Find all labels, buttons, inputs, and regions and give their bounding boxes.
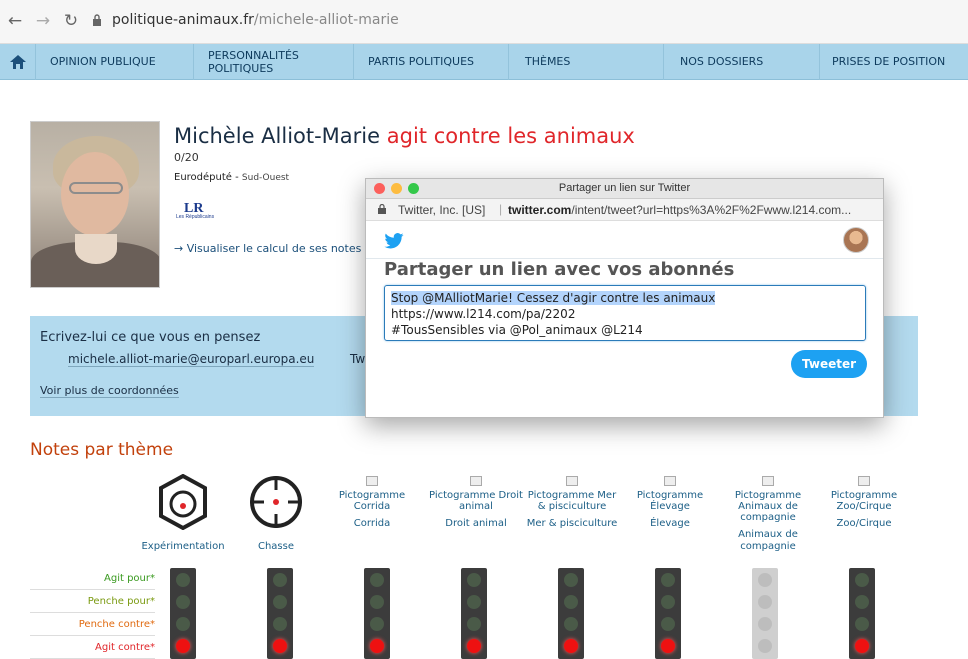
tweet-highlighted-text: Stop @MAlliotMarie! Cessez d'agir contre… (391, 291, 716, 305)
arrow-left-icon[interactable]: ← (6, 12, 24, 30)
twitter-header (366, 221, 883, 259)
traffic-light-animaux-compagnie (752, 568, 778, 659)
traffic-light-droit-animal (461, 568, 487, 659)
more-contacts-link[interactable]: Voir plus de coordonnées (40, 384, 179, 398)
home-button[interactable] (0, 43, 36, 80)
lock-icon (93, 14, 101, 26)
home-icon (9, 54, 26, 69)
broken-image-icon (470, 476, 482, 486)
window-title: Partager un lien sur Twitter (558, 182, 691, 194)
theme-corrida[interactable]: Pictogramme Corrida Corrida (324, 476, 420, 530)
role: Eurodéputé - Sud-Ouest (174, 172, 290, 183)
arrow-right-icon[interactable]: → (34, 12, 52, 30)
theme-mer-pisciculture[interactable]: Pictogramme Mer & pisciculture Mer & pis… (524, 476, 620, 530)
calc-link[interactable]: → Visualiser le calcul de ses notes (174, 242, 361, 255)
traffic-light-zoo-cirque (849, 568, 875, 659)
popup-address-bar[interactable]: Twitter, Inc. [US] | twitter.com/intent/… (366, 199, 883, 221)
page-title: Michèle Alliot-Marie agit contre les ani… (174, 124, 635, 148)
email-link[interactable]: michele.alliot-marie@europarl.europa.eu (68, 352, 315, 367)
window-titlebar: Partager un lien sur Twitter (366, 179, 883, 199)
lock-icon (378, 204, 386, 214)
traffic-light-mer (558, 568, 584, 659)
twitter-bird-icon (384, 233, 404, 249)
hunting-crosshair-icon (250, 476, 302, 528)
theme-droit-animal[interactable]: Pictogramme Droit animal Droit animal (428, 476, 524, 530)
cert-owner: Twitter, Inc. [US] (398, 203, 486, 217)
nav-item-themes[interactable]: THÈMES (509, 43, 664, 80)
legend-agit-pour: Agit pour* (30, 568, 155, 590)
broken-image-icon (762, 476, 774, 486)
broken-image-icon (366, 476, 378, 486)
theme-elevage[interactable]: Pictogramme Élevage Élevage (622, 476, 718, 530)
theme-animaux-compagnie[interactable]: Pictogramme Animaux de compagnie Animaux… (720, 476, 816, 553)
broken-image-icon (566, 476, 578, 486)
url-path: /michele-alliot-marie (253, 12, 399, 28)
site-nav: OPINION PUBLIQUE PERSONNALITÉS POLITIQUE… (0, 43, 968, 80)
broken-image-icon (858, 476, 870, 486)
tweet-textarea[interactable]: Stop @MAlliotMarie! Cessez d'agir contre… (384, 285, 866, 341)
experimentation-icon (159, 473, 207, 531)
user-avatar[interactable] (843, 227, 869, 253)
traffic-light-elevage (655, 568, 681, 659)
nav-item-partis-politiques[interactable]: PARTIS POLITIQUES (354, 43, 509, 80)
legend-penche-pour: Penche pour* (30, 591, 155, 613)
notes-title: Notes par thème (30, 440, 174, 460)
twitter-share-window: Partager un lien sur Twitter Twitter, In… (365, 178, 884, 418)
nav-item-prises-de-position[interactable]: PRISES DE POSITION (820, 44, 968, 80)
popup-url: twitter.com/intent/tweet?url=https%3A%2F… (508, 203, 852, 217)
tweet-button[interactable]: Tweeter (791, 350, 867, 378)
traffic-light-corrida (364, 568, 390, 659)
legend-penche-contre: Penche contre* (30, 614, 155, 636)
contact-title: Ecrivez-lui ce que vous en pensez (40, 330, 261, 345)
address-bar[interactable]: politique-animaux.fr/michele-alliot-mari… (112, 12, 399, 28)
browser-toolbar: ← → ↻ politique-animaux.fr/michele-allio… (0, 0, 968, 44)
nav-item-nos-dossiers[interactable]: NOS DOSSIERS (664, 43, 820, 80)
share-heading: Partager un lien avec vos abonnés (384, 259, 735, 280)
theme-experimentation[interactable]: Expérimentation (135, 470, 231, 553)
tweet-link-text: https://www.l214.com/pa/2202 (391, 307, 576, 321)
party-logo: LR Les Républicains (176, 201, 215, 220)
legend-agit-contre: Agit contre* (30, 637, 155, 659)
score: 0/20 (174, 151, 199, 164)
url-domain: politique-animaux.fr (112, 12, 254, 28)
traffic-light-chasse (267, 568, 293, 659)
broken-image-icon (664, 476, 676, 486)
theme-chasse[interactable]: Chasse (228, 470, 324, 553)
traffic-light-experimentation (170, 568, 196, 659)
reload-icon[interactable]: ↻ (62, 12, 80, 30)
page-tagline: agit contre les animaux (386, 124, 635, 148)
tweet-hashtags: #TousSensibles via @Pol_animaux @L214 (391, 323, 643, 337)
theme-zoo-cirque[interactable]: Pictogramme Zoo/Cirque Zoo/Cirque (816, 476, 912, 530)
politician-photo (30, 121, 160, 288)
twitter-link[interactable]: Tw (350, 352, 365, 366)
nav-item-personnalites-politiques[interactable]: PERSONNALITÉS POLITIQUES (194, 43, 354, 80)
nav-item-opinion-publique[interactable]: OPINION PUBLIQUE (36, 43, 194, 80)
